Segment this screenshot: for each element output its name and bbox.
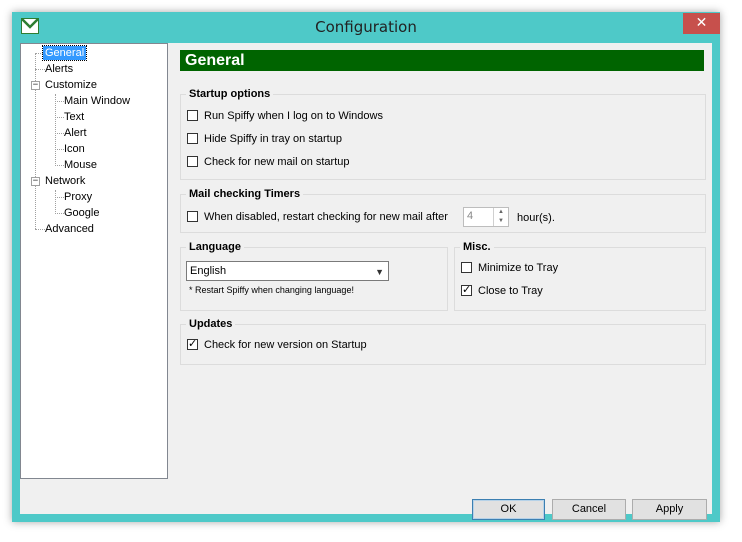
group-title: Misc. [460, 239, 494, 255]
checkbox-label: Close to Tray [478, 285, 543, 297]
cancel-button[interactable]: Cancel [552, 499, 626, 520]
group-title: Language [186, 239, 244, 255]
settings-tree[interactable]: − − General Alerts Customize Main Window… [20, 43, 168, 479]
tree-connector [55, 190, 56, 214]
checkbox-label: Check for new version on Startup [204, 339, 367, 351]
group-title: Mail checking Timers [186, 186, 304, 202]
tree-item-general[interactable]: General [41, 45, 88, 61]
collapse-customize-icon[interactable]: − [31, 81, 40, 90]
tree-item-proxy[interactable]: Proxy [62, 190, 94, 204]
ok-button[interactable]: OK [472, 499, 545, 520]
language-selected-value: English [190, 265, 227, 277]
tree-item-text[interactable]: Text [62, 110, 86, 124]
language-select[interactable]: English ▼ [186, 261, 389, 281]
restart-checking-checkbox[interactable]: When disabled, restart checking for new … [187, 210, 448, 226]
tree-item-alert[interactable]: Alert [62, 126, 89, 140]
window-title: Configuration [315, 18, 417, 36]
apply-button[interactable]: Apply [632, 499, 707, 520]
checkbox-label: Hide Spiffy in tray on startup [204, 133, 342, 145]
collapse-network-icon[interactable]: − [31, 177, 40, 186]
tree-item-network[interactable]: Network [43, 174, 87, 188]
checkbox-label: Run Spiffy when I log on to Windows [204, 110, 383, 122]
group-title: Updates [186, 316, 236, 332]
group-title: Startup options [186, 86, 274, 102]
checkmark-icon[interactable]: ✓ [187, 338, 198, 350]
tree-item-mouse[interactable]: Mouse [62, 158, 99, 172]
checkbox-label: Minimize to Tray [478, 262, 559, 274]
checkmark-icon[interactable]: ✓ [461, 284, 472, 296]
checkbox-box[interactable] [187, 109, 198, 121]
run-on-logon-checkbox[interactable]: Run Spiffy when I log on to Windows [187, 109, 383, 125]
configuration-window: Configuration ✕ − − General Alerts Custo… [12, 12, 720, 522]
startup-options-group: Startup options Run Spiffy when I log on… [180, 86, 706, 180]
dialog-client-area: − − General Alerts Customize Main Window… [20, 43, 712, 520]
checkbox-box[interactable] [187, 155, 198, 167]
check-version-checkbox[interactable]: ✓ Check for new version on Startup [187, 338, 367, 354]
hours-value: 4 [467, 210, 474, 222]
title-bar[interactable]: Configuration ✕ [12, 12, 720, 43]
spinner-arrows-icon[interactable]: ▲ ▼ [493, 208, 508, 226]
tree-item-customize[interactable]: Customize [43, 78, 99, 92]
tree-item-icon[interactable]: Icon [62, 142, 87, 156]
checkbox-label: When disabled, restart checking for new … [204, 211, 448, 223]
check-mail-startup-checkbox[interactable]: Check for new mail on startup [187, 155, 350, 171]
tree-item-main-window[interactable]: Main Window [62, 94, 132, 108]
tree-item-google[interactable]: Google [62, 206, 101, 220]
hours-unit-label: hour(s). [517, 212, 555, 224]
close-to-tray-checkbox[interactable]: ✓ Close to Tray [461, 284, 543, 300]
chevron-down-icon: ▼ [375, 267, 384, 277]
tree-item-alerts[interactable]: Alerts [43, 62, 75, 76]
close-button[interactable]: ✕ [683, 13, 720, 34]
hide-in-tray-checkbox[interactable]: Hide Spiffy in tray on startup [187, 132, 342, 148]
mail-timers-group: Mail checking Timers When disabled, rest… [180, 186, 706, 233]
language-group: Language English ▼ * Restart Spiffy when… [180, 239, 448, 311]
language-restart-note: * Restart Spiffy when changing language! [189, 285, 354, 295]
hours-spinner[interactable]: 4 ▲ ▼ [463, 207, 509, 227]
page-title: General [180, 50, 704, 71]
misc-group: Misc. Minimize to Tray ✓ Close to Tray [454, 239, 706, 311]
checkbox-label: Check for new mail on startup [204, 156, 350, 168]
tree-item-advanced[interactable]: Advanced [43, 222, 96, 236]
checkbox-box[interactable] [187, 210, 198, 222]
minimize-to-tray-checkbox[interactable]: Minimize to Tray [461, 261, 558, 277]
tree-connector [55, 94, 56, 166]
checkbox-box[interactable] [187, 132, 198, 144]
updates-group: Updates ✓ Check for new version on Startu… [180, 316, 706, 365]
checkbox-box[interactable] [461, 261, 472, 273]
